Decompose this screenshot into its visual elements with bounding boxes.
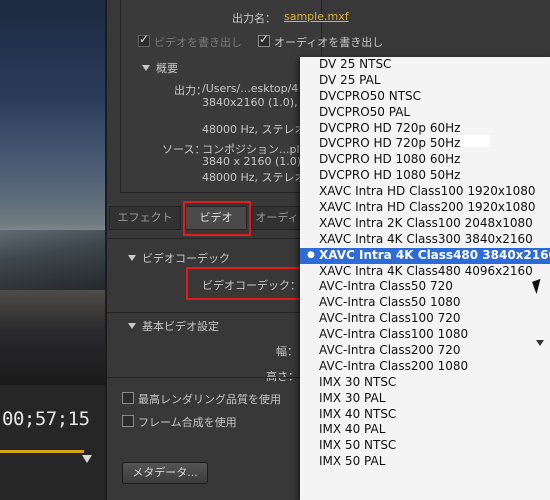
export-audio-label: オーディオを書き出し [274, 36, 384, 49]
codec-option-label: XAVC Intra HD Class200 1920x1080 [319, 200, 536, 215]
codec-option[interactable]: AVC-Intra Class200 1080 [300, 359, 550, 375]
codec-option[interactable]: IMX 30 NTSC [300, 375, 550, 391]
width-label: 幅： [276, 345, 298, 358]
codec-option-label: DVCPRO HD 1080 50Hz [319, 168, 461, 183]
metadata-button[interactable]: メタデータ... [122, 462, 208, 484]
output-name-link[interactable]: sample.mxf [284, 10, 349, 23]
codec-option-label: IMX 30 PAL [319, 390, 386, 405]
codec-option-label: AVC-Intra Class200 720 [319, 343, 461, 358]
codec-option[interactable]: IMX 50 PAL [300, 454, 550, 470]
summary-title: 概要 [156, 62, 178, 75]
codec-option-label: AVC-Intra Class200 1080 [319, 358, 469, 373]
codec-option-label: AVC-Intra Class50 1080 [319, 295, 461, 310]
codec-option[interactable]: AVC-Intra Class50 720 [300, 279, 550, 295]
codec-option-label: AVC-Intra Class50 720 [319, 279, 453, 294]
codec-option[interactable]: DV 25 PAL [300, 73, 550, 89]
basic-video-collapse-icon[interactable] [128, 323, 136, 329]
codec-option-label: IMX 40 PAL [319, 422, 386, 437]
tab-effects[interactable]: エフェクト [109, 206, 181, 230]
codec-option-label: DV 25 NTSC [319, 57, 392, 71]
codec-option[interactable]: DVCPRO HD 1080 60Hz [300, 152, 550, 168]
timecode-display[interactable]: 00;57;15 [2, 408, 90, 430]
basic-video-section-title: 基本ビデオ設定 [142, 320, 219, 333]
video-preview [0, 0, 105, 385]
codec-option[interactable]: ● XAVC Intra 4K Class480 3840x2160 [300, 247, 550, 264]
codec-option-label: DVCPRO50 PAL [319, 104, 411, 119]
codec-option-label: DVCPRO HD 720p 50Hz [319, 136, 461, 151]
max-render-quality-check-icon[interactable] [122, 392, 134, 404]
video-codec-section-header[interactable]: ビデオコーデック [128, 250, 230, 266]
frame-blending-checkbox[interactable]: フレーム合成を使用 [122, 414, 237, 430]
codec-option-label: DVCPRO HD 1080 60Hz [319, 152, 461, 167]
codec-options-list[interactable]: DV 25 NTSC DV 25 PAL DVCPRO50 NTSC DVCPRO50… [300, 57, 550, 470]
summary-header[interactable]: 概要 [142, 60, 178, 76]
codec-option-label: AVC-Intra Class100 1080 [319, 327, 469, 342]
codec-option-label: IMX 30 NTSC [319, 374, 397, 389]
video-tab-highlight-box [183, 201, 251, 236]
codec-option[interactable]: DVCPRO HD 1080 50Hz [300, 168, 550, 184]
frame-blending-check-icon[interactable] [122, 415, 134, 427]
summary-output-line-3: 48000 Hz, ステレオ [202, 123, 306, 136]
basic-video-section-header[interactable]: 基本ビデオ設定 [128, 318, 219, 334]
codec-option[interactable]: XAVC Intra HD Class100 1920x1080 [300, 184, 550, 200]
codec-option[interactable]: XAVC Intra HD Class200 1920x1080 [300, 200, 550, 216]
video-codec-section-title: ビデオコーデック [142, 252, 230, 265]
timeline-progress-bar[interactable] [0, 450, 84, 453]
summary-source-line-3: 48000 Hz, ステレオ [202, 171, 306, 184]
codec-option-label: XAVC Intra 4K Class480 4096x2160 [319, 263, 533, 278]
summary-output-line-1: /Users/...esktop/4 [202, 82, 299, 95]
height-label: 高さ： [266, 370, 299, 383]
codec-option-label: DV 25 PAL [319, 72, 381, 87]
codec-option[interactable]: IMX 30 PAL [300, 391, 550, 407]
codec-option[interactable]: AVC-Intra Class200 720 [300, 343, 550, 359]
codec-option-label: AVC-Intra Class100 720 [319, 311, 461, 326]
preview-landscape [0, 230, 105, 290]
summary-output-line-2: 3840x2160 (1.0), [202, 96, 298, 109]
codec-option[interactable]: XAVC Intra 4K Class300 3840x2160 [300, 232, 550, 248]
codec-option[interactable]: XAVC Intra 4K Class480 4096x2160 [300, 264, 550, 280]
export-audio-checkbox[interactable]: オーディオを書き出し [258, 32, 384, 50]
codec-option-label: DVCPRO HD 720p 60Hz [319, 120, 461, 135]
export-video-label: ビデオを書き出し [154, 36, 242, 49]
playhead-marker-icon[interactable] [82, 455, 92, 463]
white-artifact [460, 135, 490, 147]
codec-option[interactable]: DVCPRO HD 720p 50Hz [300, 136, 550, 152]
codec-option-label: DVCPRO50 NTSC [319, 88, 422, 103]
codec-option-label: IMX 40 NTSC [319, 406, 397, 421]
codec-option[interactable]: IMX 50 NTSC [300, 438, 550, 454]
codec-option[interactable]: XAVC Intra 2K Class100 2048x1080 [300, 216, 550, 232]
codec-option-label: XAVC Intra 4K Class300 3840x2160 [319, 231, 533, 246]
codec-option-label: XAVC Intra 2K Class100 2048x1080 [319, 215, 533, 230]
summary-source-label: ソース： [162, 143, 206, 156]
selected-dot-icon: ● [307, 249, 315, 260]
codec-option[interactable]: IMX 40 NTSC [300, 407, 550, 423]
codec-option[interactable]: DVCPRO50 PAL [300, 105, 550, 121]
codec-option[interactable]: AVC-Intra Class100 720 [300, 311, 550, 327]
tab-audio[interactable]: オーディ [251, 206, 303, 230]
frame-blending-label: フレーム合成を使用 [138, 416, 237, 429]
summary-source-line-2: 3840 x 2160 (1.0) [202, 155, 302, 168]
codec-option-label: IMX 50 NTSC [319, 438, 397, 453]
video-codec-dropdown[interactable]: DV 25 NTSC DV 25 PAL DVCPRO50 NTSC DVCPRO50… [300, 57, 550, 500]
codec-option[interactable]: AVC-Intra Class100 1080 [300, 327, 550, 343]
codec-option-label: IMX 50 PAL [319, 454, 386, 469]
codec-option[interactable]: DV 25 NTSC [300, 57, 550, 73]
timeline-area [0, 385, 105, 500]
codec-option[interactable]: DVCPRO50 NTSC [300, 89, 550, 105]
scroll-down-arrow-icon[interactable] [536, 340, 544, 346]
max-render-quality-label: 最高レンダリング品質を使用 [138, 393, 281, 406]
codec-option[interactable]: AVC-Intra Class50 1080 [300, 295, 550, 311]
video-codec-collapse-icon[interactable] [128, 255, 136, 261]
max-render-quality-checkbox[interactable]: 最高レンダリング品質を使用 [122, 391, 281, 407]
export-video-checkbox[interactable]: ビデオを書き出し [138, 32, 242, 50]
codec-option-label: XAVC Intra 4K Class480 3840x2160 [319, 247, 550, 262]
export-video-check-icon[interactable] [138, 32, 150, 47]
codec-option[interactable]: IMX 40 PAL [300, 422, 550, 438]
export-audio-check-icon[interactable] [258, 32, 270, 47]
codec-option-label: XAVC Intra HD Class100 1920x1080 [319, 184, 536, 199]
summary-collapse-icon[interactable] [142, 65, 150, 71]
codec-option[interactable]: DVCPRO HD 720p 60Hz [300, 121, 550, 137]
output-name-label: 出力名： [232, 12, 276, 25]
